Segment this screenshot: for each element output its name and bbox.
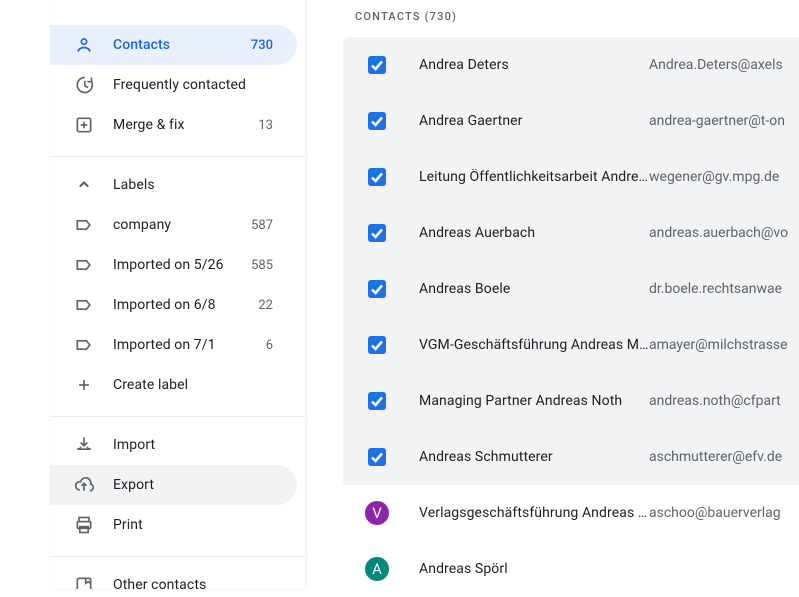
contact-name: VGM-Geschäftsführung Andreas M… xyxy=(419,337,649,353)
sidebar-item-count: 6 xyxy=(266,338,273,353)
sidebar-labels-header[interactable]: Labels xyxy=(50,165,297,205)
sidebar-item-count: 13 xyxy=(258,118,273,133)
merge-fix-icon xyxy=(74,115,94,135)
contact-email: amayer@milchstrasse xyxy=(649,337,788,353)
contact-email: andrea-gaertner@t-on xyxy=(649,113,785,129)
sidebar: Contacts 730 Frequently contacted Merge … xyxy=(50,0,305,589)
export-icon xyxy=(74,475,94,495)
sidebar-item-label: Print xyxy=(113,517,273,533)
checkbox-checked-icon[interactable] xyxy=(365,221,389,245)
sidebar-item-import[interactable]: Import xyxy=(50,425,297,465)
label-icon xyxy=(74,335,94,355)
sidebar-item-label: Merge & fix xyxy=(113,117,258,133)
sidebar-other-group: Other contacts xyxy=(50,565,305,589)
checkbox-checked-icon[interactable] xyxy=(365,53,389,77)
sidebar-item-label: Contacts xyxy=(113,37,251,53)
sidebar-item-label: Imported on 7/1 xyxy=(113,337,266,353)
contact-name: Leitung Öffentlichkeitsarbeit Andre… xyxy=(419,169,649,185)
import-icon xyxy=(74,435,94,455)
sidebar-item-export[interactable]: Export xyxy=(50,465,297,505)
contact-email: dr.boele.rechtsanwae xyxy=(649,281,782,297)
sidebar-section-label: Labels xyxy=(113,177,273,193)
label-icon xyxy=(74,215,94,235)
sidebar-label-company[interactable]: company 587 xyxy=(50,205,297,245)
chevron-up-icon xyxy=(74,175,94,195)
checkbox-checked-icon[interactable] xyxy=(365,277,389,301)
sidebar-item-other-contacts[interactable]: Other contacts xyxy=(50,565,297,589)
contact-name: Managing Partner Andreas Noth xyxy=(419,393,649,409)
label-icon xyxy=(74,295,94,315)
contacts-list: Andrea DetersAndrea.Deters@axelsAndrea G… xyxy=(343,37,799,597)
contact-email: aschmutterer@efv.de xyxy=(649,449,782,465)
contact-email: Andrea.Deters@axels xyxy=(649,57,783,73)
contact-email: wegener@gv.mpg.de xyxy=(649,169,779,185)
contact-name: Andrea Gaertner xyxy=(419,113,649,129)
sidebar-item-count: 585 xyxy=(251,258,273,273)
contact-row[interactable]: Managing Partner Andreas Nothandreas.not… xyxy=(343,373,799,429)
plus-icon xyxy=(74,375,94,395)
contact-avatar[interactable]: A xyxy=(365,557,389,581)
sidebar-item-label: Import xyxy=(113,437,273,453)
sidebar-item-label: Frequently contacted xyxy=(113,77,273,93)
sidebar-label-imported-68[interactable]: Imported on 6/8 22 xyxy=(50,285,297,325)
sidebar-tools-group: Import Export Print xyxy=(50,425,305,548)
sidebar-label-imported-71[interactable]: Imported on 7/1 6 xyxy=(50,325,297,365)
contact-row[interactable]: Andreas Auerbachandreas.auerbach@vo xyxy=(343,205,799,261)
contact-email: andreas.noth@cfpart xyxy=(649,393,781,409)
contact-name: Andrea Deters xyxy=(419,57,649,73)
contact-email: andreas.auerbach@vo xyxy=(649,225,788,241)
checkbox-checked-icon[interactable] xyxy=(365,389,389,413)
contact-row[interactable]: Leitung Öffentlichkeitsarbeit Andre…wege… xyxy=(343,149,799,205)
sidebar-create-label[interactable]: Create label xyxy=(50,365,297,405)
contact-row[interactable]: Andreas Schmuttereraschmutterer@efv.de xyxy=(343,429,799,485)
checkbox-checked-icon[interactable] xyxy=(365,165,389,189)
sidebar-item-label: Create label xyxy=(113,377,273,393)
label-icon xyxy=(74,255,94,275)
other-contacts-icon xyxy=(74,575,94,589)
checkbox-checked-icon[interactable] xyxy=(365,333,389,357)
sidebar-item-label: Imported on 6/8 xyxy=(113,297,258,313)
sidebar-item-label: Other contacts xyxy=(113,577,273,589)
checkbox-checked-icon[interactable] xyxy=(365,109,389,133)
contact-name: Andreas Spörl xyxy=(419,561,649,577)
sidebar-item-print[interactable]: Print xyxy=(50,505,297,545)
sidebar-item-label: company xyxy=(113,217,251,233)
contact-row[interactable]: V Verlagsgeschäftsführung Andreas …aschoo… xyxy=(343,485,799,541)
sidebar-label-imported-526[interactable]: Imported on 5/26 585 xyxy=(50,245,297,285)
sidebar-item-count: 587 xyxy=(251,218,273,233)
contact-row[interactable]: Andrea DetersAndrea.Deters@axels xyxy=(343,37,799,93)
checkbox-checked-icon[interactable] xyxy=(365,445,389,469)
contact-name: Andreas Auerbach xyxy=(419,225,649,241)
contacts-list-title: CONTACTS (730) xyxy=(343,0,799,37)
contact-row[interactable]: VGM-Geschäftsführung Andreas M…amayer@mi… xyxy=(343,317,799,373)
sidebar-item-frequent[interactable]: Frequently contacted xyxy=(50,65,297,105)
sidebar-item-label: Export xyxy=(113,477,273,493)
history-icon xyxy=(74,75,94,95)
contact-row[interactable]: Andrea Gaertnerandrea-gaertner@t-on xyxy=(343,93,799,149)
contact-avatar[interactable]: V xyxy=(365,501,389,525)
contacts-panel: CONTACTS (730) Andrea DetersAndrea.Deter… xyxy=(343,0,799,597)
sidebar-item-count: 730 xyxy=(251,38,273,53)
print-icon xyxy=(74,515,94,535)
sidebar-item-count: 22 xyxy=(258,298,273,313)
sidebar-item-contacts[interactable]: Contacts 730 xyxy=(50,25,297,65)
person-icon xyxy=(74,35,94,55)
sidebar-item-merge-fix[interactable]: Merge & fix 13 xyxy=(50,105,297,145)
contact-name: Andreas Boele xyxy=(419,281,649,297)
contact-row[interactable]: Andreas Boeledr.boele.rechtsanwae xyxy=(343,261,799,317)
contact-name: Andreas Schmutterer xyxy=(419,449,649,465)
sidebar-labels-group: Labels company 587 Imported on 5/26 585 … xyxy=(50,165,305,408)
sidebar-main-group: Contacts 730 Frequently contacted Merge … xyxy=(50,25,305,148)
sidebar-item-label: Imported on 5/26 xyxy=(113,257,251,273)
contact-name: Verlagsgeschäftsführung Andreas … xyxy=(419,505,649,521)
contact-email: aschoo@bauerverlag xyxy=(649,505,781,521)
